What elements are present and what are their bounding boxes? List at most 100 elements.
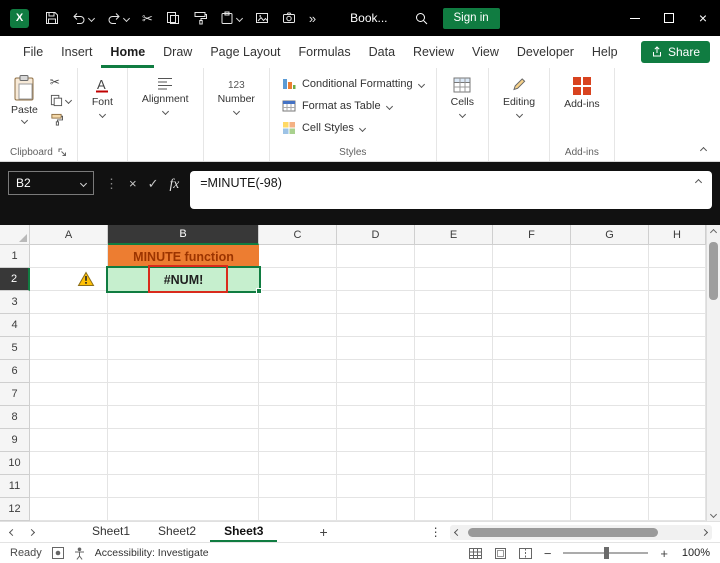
cell-G3[interactable]: [571, 291, 649, 314]
cell-A7[interactable]: [30, 383, 108, 406]
paste-dropdown-icon[interactable]: [20, 116, 28, 125]
undo-dropdown-icon[interactable]: [87, 14, 96, 22]
cell-D8[interactable]: [337, 406, 415, 429]
row-header-4[interactable]: 4: [0, 314, 30, 337]
cell-E9[interactable]: [415, 429, 493, 452]
copy-button-ribbon[interactable]: [50, 94, 72, 107]
column-header-A[interactable]: A: [30, 225, 108, 245]
share-button[interactable]: Share: [640, 41, 710, 63]
cell-A4[interactable]: [30, 314, 108, 337]
cell-E1[interactable]: [415, 245, 493, 268]
alignment-dropdown-icon[interactable]: [161, 107, 169, 115]
zoom-slider-thumb[interactable]: [604, 547, 610, 559]
tab-file[interactable]: File: [14, 36, 52, 68]
cell-B2[interactable]: #NUM!: [108, 268, 259, 291]
cell-F8[interactable]: [493, 406, 571, 429]
number-dropdown-icon[interactable]: [232, 107, 240, 115]
close-button[interactable]: ×: [686, 0, 720, 36]
cell-H7[interactable]: [649, 383, 706, 406]
cell-H6[interactable]: [649, 360, 706, 383]
cell-B9[interactable]: [108, 429, 259, 452]
cell-F7[interactable]: [493, 383, 571, 406]
row-header-8[interactable]: 8: [0, 406, 30, 429]
cell-D1[interactable]: [337, 245, 415, 268]
cell-G8[interactable]: [571, 406, 649, 429]
row-header-10[interactable]: 10: [0, 452, 30, 475]
name-box[interactable]: B2: [8, 171, 94, 195]
cell-C11[interactable]: [259, 475, 337, 498]
conditional-formatting-button[interactable]: Conditional Formatting: [276, 73, 430, 95]
cell-G12[interactable]: [571, 498, 649, 521]
cell-E11[interactable]: [415, 475, 493, 498]
cell-C4[interactable]: [259, 314, 337, 337]
row-header-11[interactable]: 11: [0, 475, 30, 498]
column-header-F[interactable]: F: [493, 225, 571, 245]
cell-F4[interactable]: [493, 314, 571, 337]
formula-input[interactable]: =MINUTE(-98): [190, 171, 712, 209]
search-icon[interactable]: [414, 11, 429, 26]
cell-B3[interactable]: [108, 291, 259, 314]
cell-A12[interactable]: [30, 498, 108, 521]
cell-E5[interactable]: [415, 337, 493, 360]
cell-E7[interactable]: [415, 383, 493, 406]
cell-G4[interactable]: [571, 314, 649, 337]
fill-handle[interactable]: [256, 288, 262, 294]
sheet-nav-right-icon[interactable]: [27, 528, 36, 536]
row-header-7[interactable]: 7: [0, 383, 30, 406]
cell-C8[interactable]: [259, 406, 337, 429]
clipboard-dialog-launcher-icon[interactable]: [58, 148, 67, 157]
cell-A1[interactable]: [30, 245, 108, 268]
tab-formulas[interactable]: Formulas: [290, 36, 360, 68]
zoom-in-button[interactable]: +: [660, 546, 668, 561]
cell-H1[interactable]: [649, 245, 706, 268]
cell-H9[interactable]: [649, 429, 706, 452]
cell-E8[interactable]: [415, 406, 493, 429]
cell-H3[interactable]: [649, 291, 706, 314]
select-all-corner[interactable]: [0, 225, 30, 245]
format-as-table-button[interactable]: Format as Table: [276, 95, 430, 117]
cell-G2[interactable]: [571, 268, 649, 291]
font-button[interactable]: A Font: [84, 73, 121, 118]
cell-H4[interactable]: [649, 314, 706, 337]
tab-view[interactable]: View: [463, 36, 508, 68]
vscroll-down-icon[interactable]: [707, 507, 720, 521]
row-header-5[interactable]: 5: [0, 337, 30, 360]
vscroll-up-icon[interactable]: [707, 225, 720, 239]
formula-bar-resizer[interactable]: ⋮: [105, 176, 118, 192]
add-sheet-button[interactable]: +: [319, 524, 327, 540]
excel-logo-icon[interactable]: X: [10, 8, 29, 28]
cell-B11[interactable]: [108, 475, 259, 498]
cell-C10[interactable]: [259, 452, 337, 475]
copy-button[interactable]: [166, 11, 180, 25]
save-button[interactable]: [45, 11, 59, 25]
cancel-icon[interactable]: ×: [129, 176, 137, 191]
paste-button[interactable]: Paste: [6, 73, 43, 125]
enter-icon[interactable]: ✓: [148, 176, 159, 192]
addins-button[interactable]: Add-ins: [556, 73, 608, 111]
cell-D11[interactable]: [337, 475, 415, 498]
cell-D10[interactable]: [337, 452, 415, 475]
undo-button[interactable]: [72, 11, 96, 25]
cell-G11[interactable]: [571, 475, 649, 498]
vertical-scrollbar[interactable]: [706, 225, 720, 521]
column-header-B[interactable]: B: [108, 225, 259, 245]
cell-H5[interactable]: [649, 337, 706, 360]
name-box-dropdown-icon[interactable]: [79, 179, 88, 187]
cell-C1[interactable]: [259, 245, 337, 268]
conditional-formatting-dropdown-icon[interactable]: [417, 80, 425, 88]
cell-A11[interactable]: [30, 475, 108, 498]
normal-view-button[interactable]: [468, 547, 482, 559]
page-layout-view-button[interactable]: [494, 547, 507, 559]
cell-G9[interactable]: [571, 429, 649, 452]
cells-button[interactable]: Cells: [443, 73, 482, 118]
row-header-12[interactable]: 12: [0, 498, 30, 521]
cell-C6[interactable]: [259, 360, 337, 383]
cell-D3[interactable]: [337, 291, 415, 314]
redo-button[interactable]: [107, 11, 131, 25]
cell-E10[interactable]: [415, 452, 493, 475]
tab-page-layout[interactable]: Page Layout: [201, 36, 289, 68]
alignment-button[interactable]: Alignment: [134, 73, 197, 115]
row-header-1[interactable]: 1: [0, 245, 30, 268]
cell-B4[interactable]: [108, 314, 259, 337]
cell-G10[interactable]: [571, 452, 649, 475]
